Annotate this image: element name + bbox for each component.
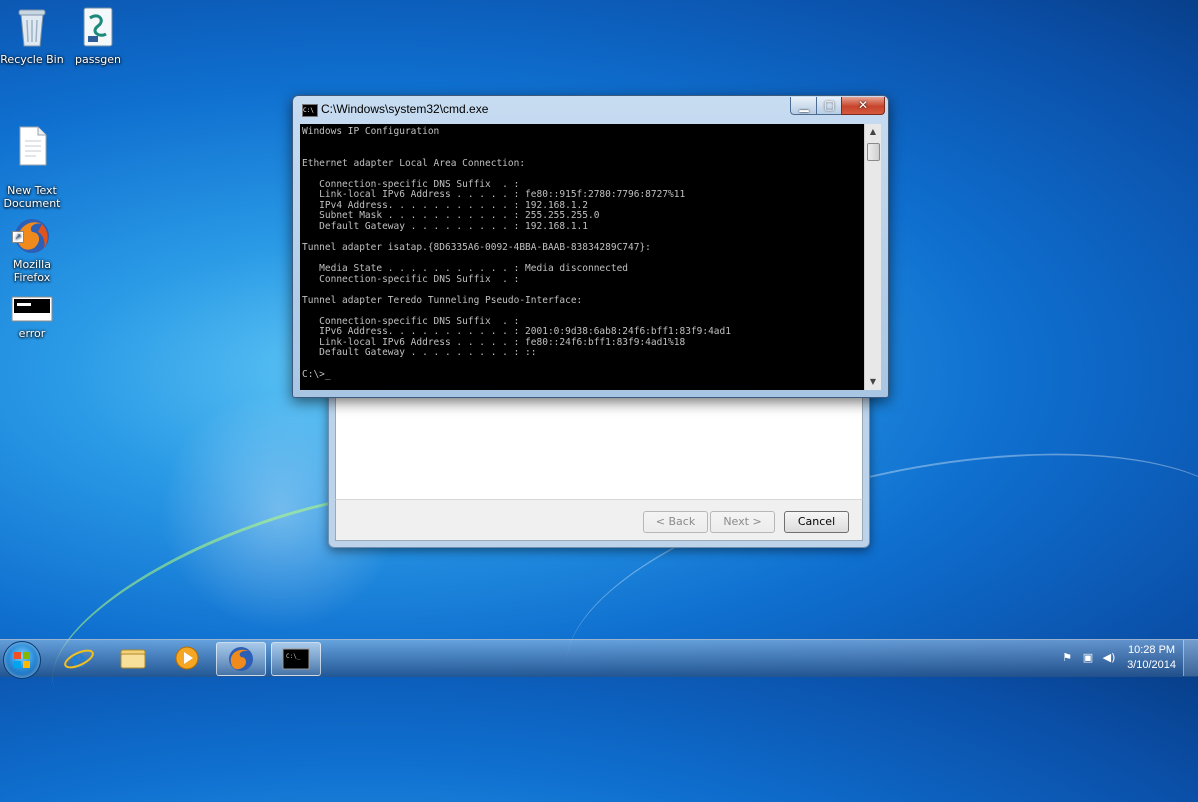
cmd-window: C:\ C:\Windows\system32\cmd.exe ▁ ▢ ✕ Wi… — [292, 95, 889, 398]
console-text: Windows IP Configuration Ethernet adapte… — [302, 126, 731, 380]
passgen-icon — [66, 6, 130, 51]
close-button[interactable]: ✕ — [841, 97, 885, 115]
setup-wizard-dialog: < Back Next > Cancel — [328, 380, 870, 548]
network-icon[interactable]: ▣ — [1081, 652, 1095, 664]
start-button[interactable] — [3, 641, 41, 679]
taskbar: e C:\_ ⚑ ▣ ◀) 10:28 PM 3/10/2014 — [0, 639, 1198, 679]
show-desktop-button[interactable] — [1183, 640, 1198, 676]
desktop-icon-label: error — [18, 327, 46, 340]
action-center-flag-icon[interactable]: ⚑ — [1060, 652, 1074, 664]
desktop-icon-label: Mozilla Firefox — [13, 258, 51, 284]
media-player-icon — [175, 646, 199, 670]
taskbar-media-player[interactable] — [163, 642, 211, 674]
desktop-icon-label: passgen — [75, 53, 121, 66]
desktop-icon-passgen[interactable]: passgen — [66, 6, 130, 66]
wizard-content-area — [335, 381, 863, 500]
desktop-icon-mozilla-firefox[interactable]: ↗ Mozilla Firefox — [0, 190, 64, 297]
windows-logo-icon — [14, 652, 30, 668]
recycle-bin-icon — [0, 6, 64, 51]
taskbar-windows-explorer[interactable] — [109, 642, 157, 674]
close-icon: ✕ — [857, 98, 869, 112]
vertical-scrollbar[interactable]: ▲ ▼ — [864, 124, 881, 390]
system-clock[interactable]: 10:28 PM 3/10/2014 — [1127, 643, 1176, 673]
desktop-icon-error[interactable]: error — [0, 296, 64, 340]
maximize-button[interactable]: ▢ — [816, 97, 843, 115]
text-document-icon — [0, 113, 64, 169]
internet-explorer-icon: e — [64, 644, 94, 673]
clock-date: 3/10/2014 — [1127, 659, 1176, 671]
svg-text:C:\_: C:\_ — [286, 653, 301, 660]
scrollbar-thumb[interactable] — [867, 143, 880, 161]
cancel-button[interactable]: Cancel — [784, 511, 849, 533]
cmd-window-title: C:\Windows\system32\cmd.exe — [321, 102, 489, 116]
cmd-icon: C:\_ — [282, 648, 310, 670]
firefox-icon — [229, 647, 253, 671]
scroll-up-arrow-icon[interactable]: ▲ — [865, 124, 881, 140]
firefox-icon: ↗ — [12, 203, 52, 253]
next-button[interactable]: Next > — [710, 511, 775, 533]
volume-icon[interactable]: ◀) — [1102, 652, 1116, 664]
windows-explorer-icon — [120, 649, 146, 669]
minimize-icon: ▁ — [799, 98, 809, 112]
console-output-area[interactable]: Windows IP Configuration Ethernet adapte… — [300, 124, 864, 390]
error-program-icon — [0, 296, 64, 325]
desktop-icon-recycle-bin[interactable]: Recycle Bin — [0, 6, 64, 66]
minimize-button[interactable]: ▁ — [790, 97, 818, 115]
svg-text:e: e — [71, 644, 86, 673]
taskbar-cmd[interactable]: C:\_ — [271, 642, 321, 676]
scroll-down-arrow-icon[interactable]: ▼ — [865, 374, 881, 390]
taskbar-firefox[interactable] — [216, 642, 266, 676]
wizard-button-bar: < Back Next > Cancel — [335, 499, 863, 541]
taskbar-internet-explorer[interactable]: e — [55, 642, 103, 674]
maximize-icon: ▢ — [823, 98, 836, 112]
desktop-icon-label: Recycle Bin — [0, 53, 64, 66]
cmd-app-icon: C:\ — [302, 104, 318, 117]
shortcut-arrow-icon: ↗ — [12, 231, 24, 243]
back-button[interactable]: < Back — [643, 511, 708, 533]
clock-time: 10:28 PM — [1127, 644, 1176, 656]
